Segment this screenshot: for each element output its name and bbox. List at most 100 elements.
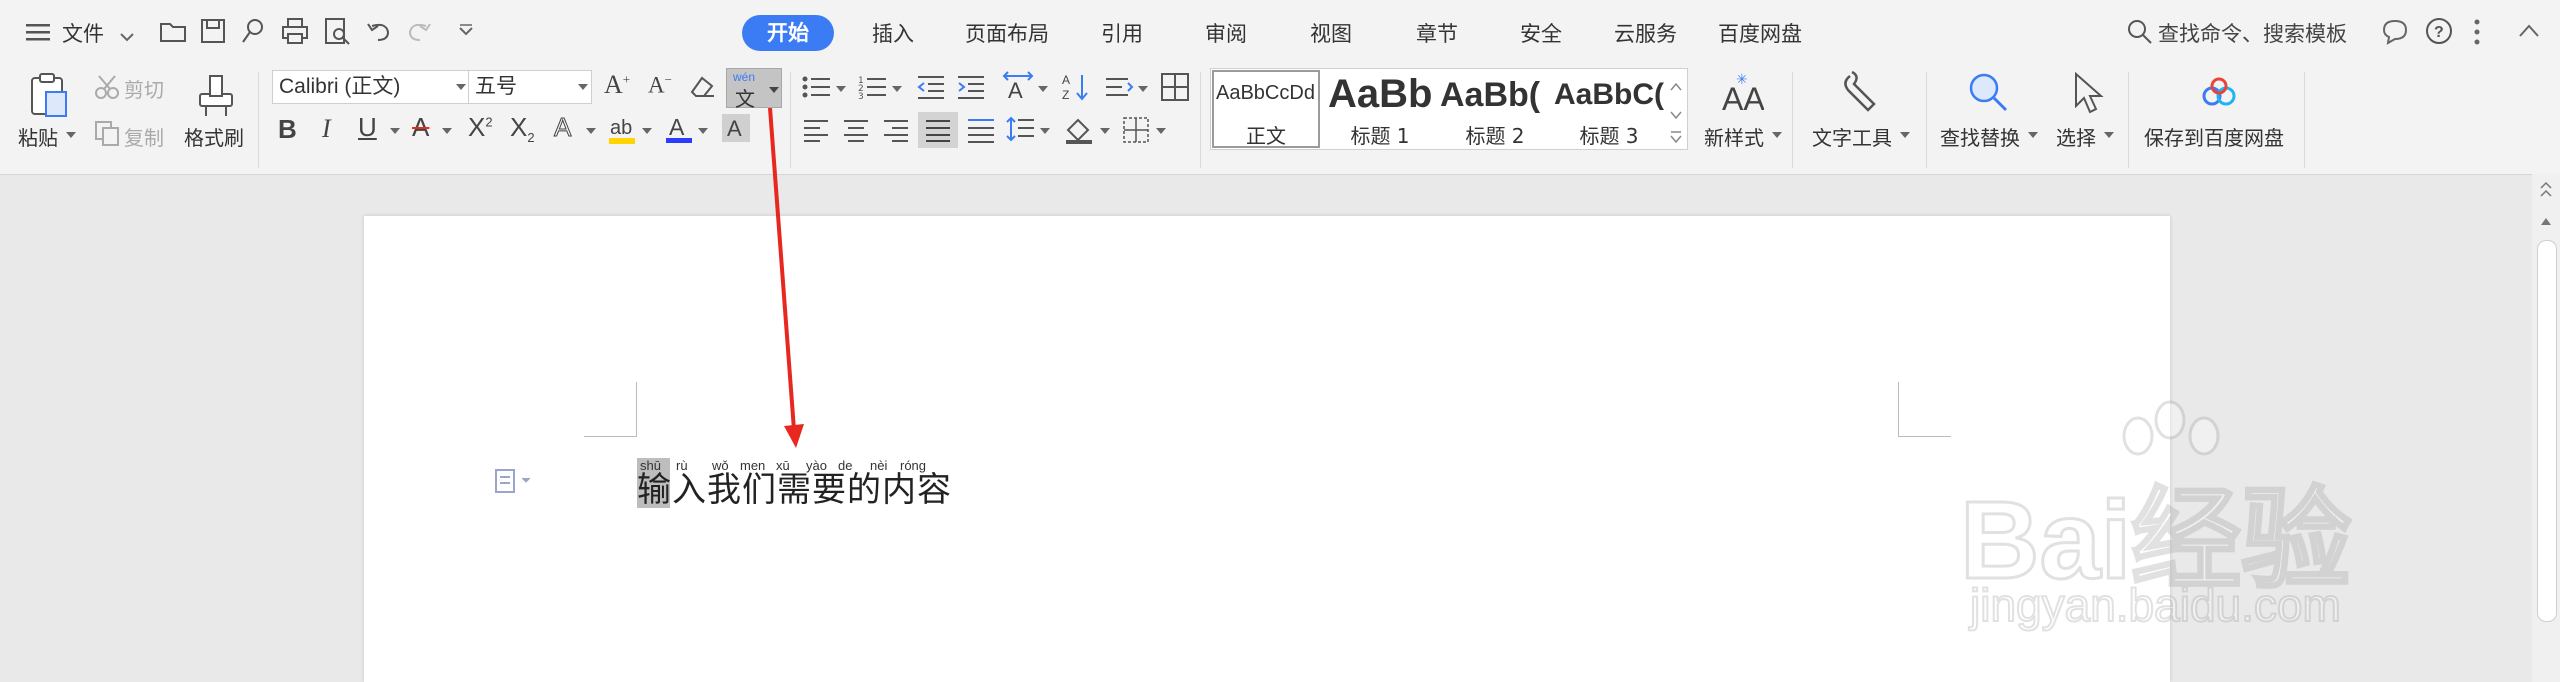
find-replace-button[interactable]: 查找替换 (1940, 122, 2020, 151)
tab-security[interactable]: 安全 (1520, 18, 1562, 48)
show-hide-marks-dropdown-caret[interactable] (1138, 86, 1148, 92)
text-effect-icon[interactable]: A (553, 112, 571, 143)
text-box-layout-icon[interactable] (1160, 72, 1190, 106)
align-right-icon[interactable] (882, 118, 910, 146)
text-tools-button[interactable]: 文字工具 (1812, 122, 1892, 151)
font-color-icon[interactable]: A (664, 114, 694, 150)
save-icon[interactable] (198, 16, 228, 46)
borders-icon[interactable] (1122, 116, 1150, 148)
numbered-list-dropdown-caret[interactable] (892, 86, 902, 92)
bullet-list-dropdown-caret[interactable] (836, 86, 846, 92)
paragraph-handle-icon[interactable] (494, 468, 536, 498)
font-name-dropdown-caret[interactable] (456, 84, 466, 90)
baidu-netdisk-icon[interactable] (2200, 74, 2240, 118)
style-heading-1[interactable]: AaBb 标题 1 (1326, 70, 1434, 148)
find-replace-dropdown-caret[interactable] (2028, 132, 2038, 138)
chevron-down-icon[interactable] (120, 28, 134, 47)
copy-icon[interactable] (94, 120, 120, 150)
numbered-list-icon[interactable]: 123 (858, 74, 888, 104)
pinyin-dropdown-caret[interactable] (769, 87, 779, 93)
character-spacing-icon[interactable]: A (1002, 70, 1036, 106)
help-icon[interactable]: ? (2424, 16, 2454, 50)
superscript-icon[interactable]: X2 (468, 112, 493, 143)
show-hide-marks-icon[interactable] (1104, 74, 1134, 104)
more-options-icon[interactable] (2472, 18, 2482, 50)
paragraph-shading-icon[interactable] (1064, 116, 1096, 148)
line-spacing-dropdown-caret[interactable] (1040, 128, 1050, 134)
new-style-icon[interactable]: AA ✳ (1720, 70, 1765, 120)
scroll-up-arrow-icon[interactable] (2539, 180, 2553, 206)
new-style-dropdown-caret[interactable] (1772, 132, 1782, 138)
borders-dropdown-caret[interactable] (1156, 128, 1166, 134)
style-normal[interactable]: AaBbCcDd 正文 (1212, 70, 1320, 148)
scroll-up-icon[interactable] (2539, 212, 2553, 231)
search-icon[interactable] (2126, 18, 2154, 50)
file-menu[interactable]: 文件 (62, 18, 104, 48)
bullet-list-icon[interactable] (802, 74, 832, 104)
line-spacing-icon[interactable] (1006, 116, 1036, 148)
document-body-text[interactable]: 输入我们需要的内容 (637, 462, 952, 511)
strikethrough-dropdown-caret[interactable] (442, 128, 452, 134)
select-button[interactable]: 选择 (2056, 122, 2096, 151)
format-painter-icon[interactable] (196, 72, 236, 122)
select-dropdown-caret[interactable] (2104, 132, 2114, 138)
cut-button[interactable]: 剪切 (124, 74, 164, 103)
tab-review[interactable]: 审阅 (1205, 18, 1247, 48)
redo-icon[interactable] (404, 16, 434, 46)
paste-dropdown-caret[interactable] (66, 132, 76, 138)
subscript-icon[interactable]: X2 (510, 112, 535, 145)
style-heading-2[interactable]: AaBb( 标题 2 (1440, 70, 1550, 148)
distributed-align-icon[interactable] (966, 116, 996, 148)
new-style-button[interactable]: 新样式 (1704, 122, 1764, 151)
decrease-indent-icon[interactable] (916, 74, 946, 104)
tab-baidu-netdisk[interactable]: 百度网盘 (1718, 18, 1802, 48)
vertical-scrollbar[interactable] (2532, 174, 2560, 682)
shrink-font-icon[interactable]: A− (648, 72, 672, 99)
tab-insert[interactable]: 插入 (872, 18, 914, 48)
font-size-dropdown-caret[interactable] (578, 84, 588, 90)
font-name-select[interactable]: Calibri (正文) (272, 70, 470, 104)
sort-icon[interactable]: AZ (1062, 72, 1092, 106)
customize-toolbar-icon[interactable] (452, 16, 482, 46)
hamburger-menu-icon[interactable] (26, 22, 52, 42)
highlight-dropdown-caret[interactable] (642, 128, 652, 134)
text-effect-dropdown-caret[interactable] (586, 128, 596, 134)
collapse-ribbon-icon[interactable] (2518, 22, 2540, 42)
underline-icon[interactable]: U (358, 112, 377, 143)
select-cursor-icon[interactable] (2068, 70, 2108, 120)
tab-view[interactable]: 视图 (1310, 18, 1352, 48)
font-size-select[interactable]: 五号 (468, 70, 592, 104)
scissors-icon[interactable] (94, 74, 120, 104)
paste-icon[interactable] (26, 72, 70, 122)
grow-font-icon[interactable]: A+ (604, 70, 630, 100)
italic-icon[interactable]: I (322, 114, 331, 144)
document-page[interactable] (364, 216, 2170, 682)
copy-button[interactable]: 复制 (124, 122, 164, 151)
save-to-baidu-button[interactable]: 保存到百度网盘 (2144, 122, 2284, 151)
style-gallery-scroll[interactable] (1666, 70, 1686, 148)
highlight-icon[interactable]: ab (608, 114, 638, 150)
tab-chapter[interactable]: 章节 (1416, 18, 1458, 48)
feedback-icon[interactable] (2380, 16, 2410, 50)
tab-cloud-service[interactable]: 云服务 (1614, 18, 1677, 48)
pinyin-guide-button[interactable]: wén 文 (726, 68, 782, 111)
tab-page-layout[interactable]: 页面布局 (965, 18, 1049, 48)
tab-references[interactable]: 引用 (1101, 18, 1143, 48)
bold-icon[interactable]: B (278, 114, 297, 145)
export-pdf-icon[interactable] (238, 16, 268, 46)
strikethrough-icon[interactable]: A (412, 112, 429, 143)
underline-dropdown-caret[interactable] (390, 128, 400, 134)
tab-home[interactable]: 开始 (742, 15, 834, 51)
print-icon[interactable] (280, 16, 310, 46)
scrollbar-thumb[interactable] (2537, 240, 2557, 622)
text-tools-dropdown-caret[interactable] (1900, 132, 1910, 138)
open-folder-icon[interactable] (158, 16, 188, 46)
align-center-icon[interactable] (842, 118, 870, 146)
format-painter-button[interactable]: 格式刷 (184, 122, 244, 151)
command-search-input[interactable]: 查找命令、搜索模板 (2158, 18, 2347, 48)
character-shading-icon[interactable]: A (722, 114, 750, 142)
print-preview-icon[interactable] (322, 16, 352, 46)
font-color-dropdown-caret[interactable] (698, 128, 708, 134)
character-spacing-dropdown-caret[interactable] (1038, 86, 1048, 92)
wrench-icon[interactable] (1838, 70, 1882, 120)
